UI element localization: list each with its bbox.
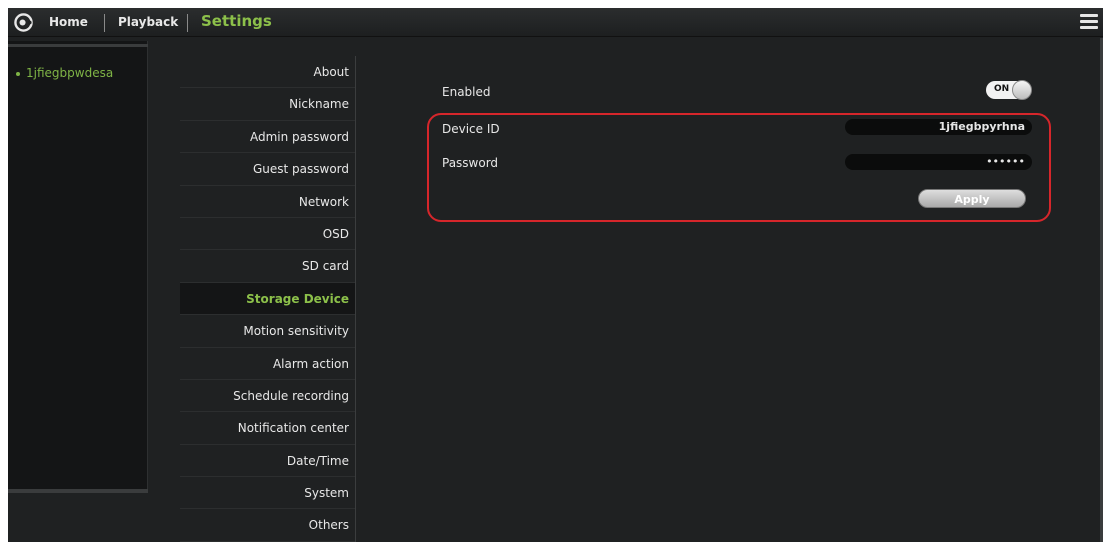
settings-menu-item-sd-card[interactable]: SD card	[180, 250, 355, 283]
settings-menu-item-osd[interactable]: OSD	[180, 218, 355, 251]
password-label: Password	[442, 156, 499, 170]
menu-divider	[355, 56, 356, 542]
settings-menu-item-guest-password[interactable]: Guest password	[180, 153, 355, 186]
panel-divider	[8, 44, 148, 47]
settings-menu-item-network[interactable]: Network	[180, 186, 355, 218]
enabled-toggle[interactable]: ON	[986, 80, 1032, 100]
page-scrollbar[interactable]	[1100, 38, 1103, 542]
app-window: Home Playback Settings 1jfiegbpwdesa Abo…	[8, 8, 1103, 542]
device-list-item[interactable]: 1jfiegbpwdesa	[16, 66, 113, 80]
nav-home[interactable]: Home	[49, 15, 88, 29]
camera-logo-icon	[14, 13, 33, 32]
settings-menu-item-notification-center[interactable]: Notification center	[180, 412, 355, 445]
panel-scrollbar[interactable]	[8, 489, 148, 493]
device-name: 1jfiegbpwdesa	[26, 66, 114, 80]
settings-menu-item-motion-sensitivity[interactable]: Motion sensitivity	[180, 315, 355, 348]
toggle-state-text: ON	[994, 84, 1010, 94]
device-status-dot	[16, 71, 20, 76]
top-nav-bar: Home Playback Settings	[8, 8, 1103, 37]
enabled-label: Enabled	[442, 85, 491, 99]
nav-separator	[187, 14, 188, 32]
device-id-field[interactable]: 1jfiegbpyrhna	[845, 119, 1032, 135]
settings-menu-item-system[interactable]: System	[180, 477, 355, 510]
settings-menu-item-schedule-recording[interactable]: Schedule recording	[180, 380, 355, 413]
toggle-knob	[1012, 80, 1032, 100]
nav-playback[interactable]: Playback	[118, 15, 178, 29]
settings-menu-item-date-time[interactable]: Date/Time	[180, 445, 355, 478]
settings-menu-item-nickname[interactable]: Nickname	[180, 88, 355, 121]
settings-menu-item-admin-password[interactable]: Admin password	[180, 121, 355, 154]
nav-settings[interactable]: Settings	[201, 12, 272, 30]
settings-menu-item-alarm-action[interactable]: Alarm action	[180, 348, 355, 380]
nav-separator	[104, 14, 105, 32]
device-id-label: Device ID	[442, 122, 500, 136]
password-field[interactable]: ••••••	[845, 154, 1032, 170]
device-list-panel: 1jfiegbpwdesa	[8, 41, 148, 493]
hamburger-menu-icon[interactable]	[1080, 14, 1098, 30]
settings-menu-item-about[interactable]: About	[180, 56, 355, 89]
settings-menu-item-storage-device[interactable]: Storage Device	[180, 282, 355, 316]
apply-button[interactable]: Apply	[918, 189, 1026, 208]
settings-menu: About Nickname Admin password Guest passwor…	[180, 56, 355, 542]
settings-menu-item-others[interactable]: Others	[180, 509, 355, 542]
